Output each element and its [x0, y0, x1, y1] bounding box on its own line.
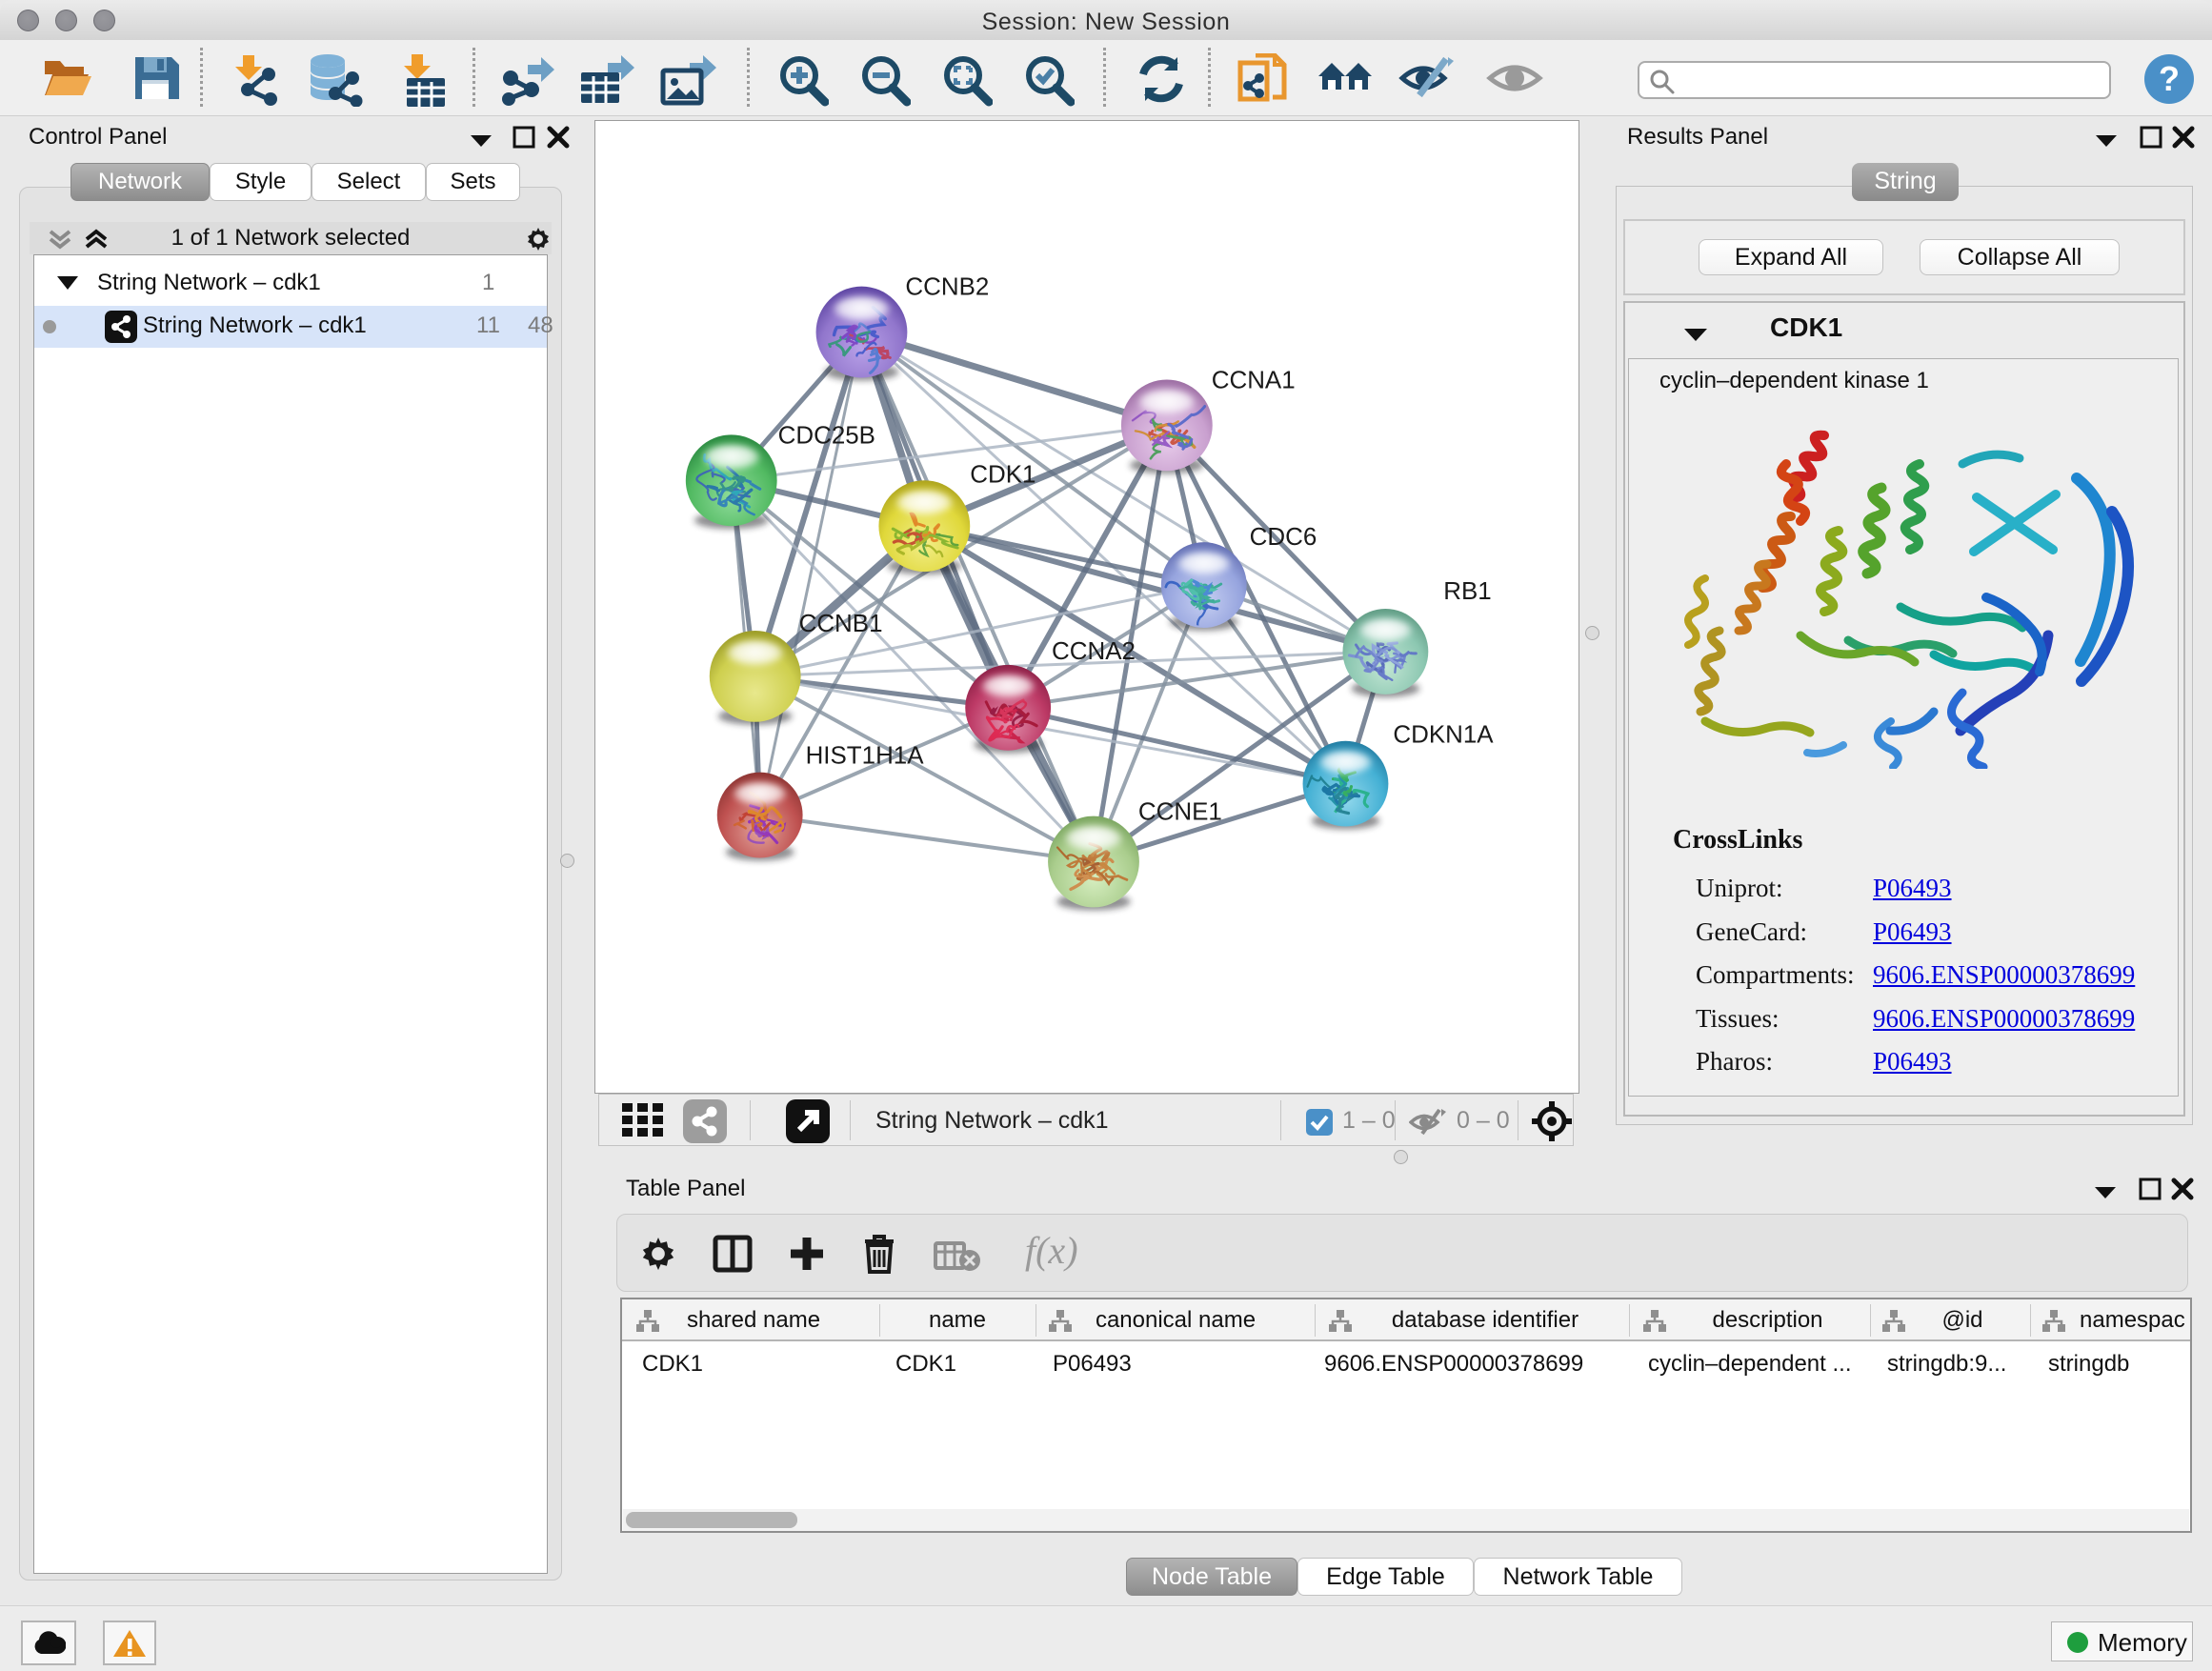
svg-text:CCNB2: CCNB2 [905, 274, 989, 301]
svg-text:CCNB1: CCNB1 [799, 611, 883, 637]
svg-text:CDKN1A: CDKN1A [1393, 722, 1494, 749]
svg-text:CDC6: CDC6 [1250, 524, 1317, 551]
svg-text:CCNA2: CCNA2 [1052, 638, 1136, 665]
svg-text:RB1: RB1 [1443, 578, 1491, 605]
svg-text:CCNE1: CCNE1 [1138, 799, 1222, 826]
svg-text:CDC25B: CDC25B [778, 422, 875, 449]
svg-text:CCNA1: CCNA1 [1212, 367, 1296, 393]
svg-text:CDK1: CDK1 [970, 461, 1036, 488]
svg-text:HIST1H1A: HIST1H1A [806, 743, 925, 770]
svg-text:?: ? [2159, 59, 2180, 98]
